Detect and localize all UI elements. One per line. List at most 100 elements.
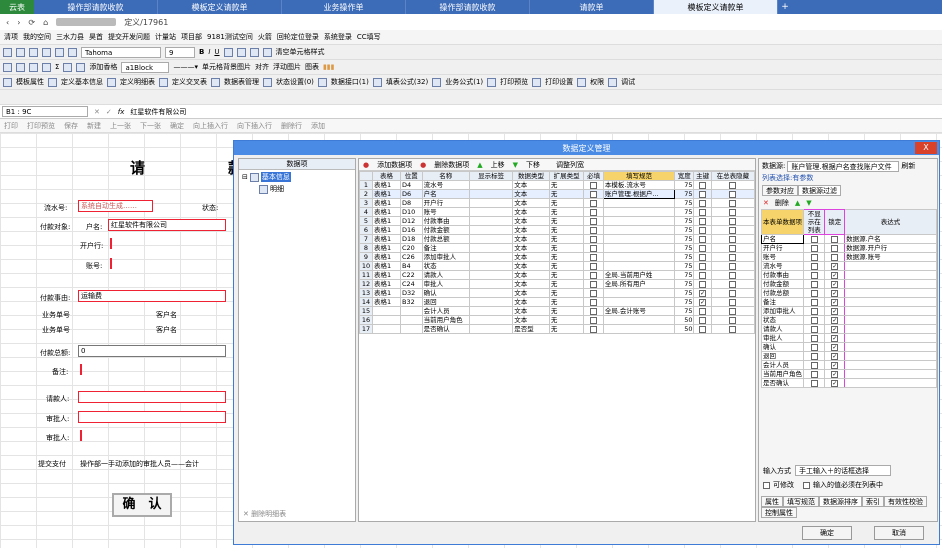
approver-field[interactable] bbox=[78, 411, 226, 423]
bookmark-5[interactable]: 计量站 bbox=[155, 32, 176, 42]
toolbar3-item-3[interactable]: 定义交叉表 bbox=[172, 77, 207, 87]
cell-pk[interactable] bbox=[693, 189, 712, 199]
cell-type[interactable]: 文本 bbox=[512, 306, 550, 316]
cell-type[interactable]: 文本 bbox=[512, 180, 550, 190]
action-7[interactable]: 向上插入行 bbox=[193, 121, 228, 131]
cell-ext[interactable]: 无 bbox=[548, 288, 585, 298]
mapping-row[interactable]: 户名 数据源.户名 bbox=[761, 234, 937, 244]
bookmark-0[interactable]: 清项 bbox=[4, 32, 18, 42]
sum-icon[interactable]: Σ bbox=[55, 63, 59, 71]
mapping-lock-checkbox[interactable] bbox=[831, 235, 839, 243]
mapping-lock-checkbox[interactable] bbox=[831, 253, 839, 261]
hide-checkbox[interactable] bbox=[729, 217, 737, 225]
input-mode-select[interactable]: 手工输入＋的话框选择 bbox=[795, 465, 891, 476]
cell-type[interactable]: 文本 bbox=[512, 216, 550, 226]
cell-hide[interactable] bbox=[710, 261, 756, 271]
mapping-hide-checkbox[interactable] bbox=[810, 244, 818, 252]
cell-table[interactable]: 表格1 bbox=[371, 198, 401, 208]
cell-ext[interactable]: 无 bbox=[548, 306, 585, 316]
cell-table[interactable]: 表格1 bbox=[371, 252, 401, 262]
cell-width[interactable]: 75 bbox=[674, 261, 695, 271]
reviewer-field[interactable] bbox=[80, 430, 83, 441]
sync-checkbox[interactable] bbox=[763, 481, 770, 489]
cell-rule[interactable] bbox=[602, 198, 676, 208]
requester-field[interactable] bbox=[78, 391, 226, 403]
cell-width[interactable]: 75 bbox=[674, 207, 695, 217]
cell-label[interactable] bbox=[469, 270, 514, 280]
hide-checkbox[interactable] bbox=[729, 325, 737, 333]
cell-type[interactable]: 文本 bbox=[512, 279, 550, 289]
cell-ext[interactable]: 无 bbox=[548, 234, 585, 244]
cell-table[interactable]: 表格1 bbox=[371, 261, 401, 271]
mapping-lock-cell[interactable]: ✓ bbox=[824, 297, 846, 307]
cell-position[interactable]: D16 bbox=[399, 225, 423, 235]
redo-icon[interactable] bbox=[68, 47, 77, 57]
mapping-expr[interactable] bbox=[844, 351, 937, 361]
cell-width[interactable]: 75 bbox=[674, 243, 695, 253]
cell-pk[interactable] bbox=[693, 216, 712, 226]
required-checkbox[interactable] bbox=[590, 244, 598, 252]
cell-hide[interactable] bbox=[710, 189, 756, 199]
cell-position[interactable]: D18 bbox=[399, 234, 423, 244]
action-10[interactable]: 添加 bbox=[311, 121, 325, 131]
cell-hide[interactable] bbox=[710, 270, 756, 280]
pk-checkbox[interactable] bbox=[699, 280, 707, 288]
cell-name[interactable]: 备注 bbox=[421, 243, 471, 253]
pk-checkbox[interactable] bbox=[699, 235, 707, 243]
cell-hide[interactable] bbox=[710, 306, 756, 316]
bookmark-9[interactable]: 回轮定位登录 bbox=[277, 32, 319, 42]
mapping-row[interactable]: 会计人员 ✓ bbox=[761, 360, 937, 370]
delete-mapping-button[interactable]: 删除 bbox=[775, 198, 789, 208]
hide-checkbox[interactable] bbox=[729, 271, 737, 279]
mapping-hide-checkbox[interactable] bbox=[810, 253, 818, 261]
cell-table[interactable]: 表格1 bbox=[371, 270, 401, 280]
mapping-row[interactable]: 付款总额 ✓ bbox=[761, 288, 937, 298]
cell-pk[interactable] bbox=[693, 252, 712, 262]
mapping-hide-checkbox[interactable] bbox=[810, 379, 818, 387]
hide-checkbox[interactable] bbox=[729, 208, 737, 216]
mapping-row[interactable]: 备注 ✓ bbox=[761, 297, 937, 307]
cell-rule[interactable]: 全局.所有用户 bbox=[602, 279, 676, 289]
mapping-hide-cell[interactable] bbox=[802, 342, 826, 352]
mapping-lock-checkbox[interactable]: ✓ bbox=[831, 361, 839, 369]
cell-label[interactable] bbox=[469, 261, 514, 271]
cell-table[interactable]: 表格1 bbox=[371, 279, 401, 289]
cell-width[interactable]: 50 bbox=[674, 315, 695, 325]
copy-icon[interactable] bbox=[16, 47, 25, 57]
cell-name[interactable]: 付款事由 bbox=[421, 216, 471, 226]
mapping-field[interactable]: 请款人 bbox=[761, 324, 804, 334]
border-icon[interactable] bbox=[76, 62, 86, 72]
pk-checkbox[interactable] bbox=[699, 316, 707, 324]
reason-field[interactable]: 运输费 bbox=[78, 290, 226, 302]
tab-2[interactable]: 业务操作单 bbox=[282, 0, 406, 14]
tab-source-filter[interactable]: 数据源过滤 bbox=[798, 185, 841, 196]
mapping-expr[interactable] bbox=[844, 324, 937, 334]
cell-width[interactable]: 75 bbox=[674, 288, 695, 298]
mapping-hide-checkbox[interactable] bbox=[810, 235, 818, 243]
cell-ext[interactable]: 无 bbox=[548, 216, 585, 226]
confirm-button[interactable]: 确 认 bbox=[112, 493, 172, 517]
mapping-lock-cell[interactable]: ✓ bbox=[824, 315, 846, 325]
undo-icon[interactable] bbox=[55, 47, 64, 57]
remark-field[interactable] bbox=[80, 364, 83, 375]
cell-name[interactable]: 开户行 bbox=[421, 198, 471, 208]
mapping-field[interactable]: 是否确认 bbox=[761, 378, 804, 388]
cell-ext[interactable]: 无 bbox=[548, 279, 585, 289]
mapping-lock-checkbox[interactable]: ✓ bbox=[831, 262, 839, 270]
cell-rule[interactable] bbox=[602, 324, 676, 334]
tree-child[interactable]: 明细 bbox=[239, 184, 355, 194]
cell-position[interactable] bbox=[399, 324, 423, 334]
mapping-hide-cell[interactable] bbox=[802, 288, 826, 298]
required-checkbox[interactable] bbox=[590, 316, 598, 324]
mapping-field[interactable]: 审批人 bbox=[761, 333, 804, 343]
required-checkbox[interactable] bbox=[590, 307, 598, 315]
cell-type[interactable]: 文本 bbox=[512, 234, 550, 244]
delete-icon[interactable]: ✕ bbox=[763, 199, 769, 207]
cell-hide[interactable] bbox=[710, 207, 756, 217]
bottom-tab-0[interactable]: 属性 bbox=[761, 496, 783, 507]
tree-collapse-icon[interactable]: ⊟ bbox=[242, 173, 248, 181]
cell-type[interactable]: 文本 bbox=[512, 270, 550, 280]
pk-checkbox[interactable] bbox=[699, 253, 707, 261]
grid-toolbar-2[interactable]: 上移 bbox=[491, 160, 505, 170]
home-tab[interactable]: 云表 bbox=[0, 0, 34, 14]
